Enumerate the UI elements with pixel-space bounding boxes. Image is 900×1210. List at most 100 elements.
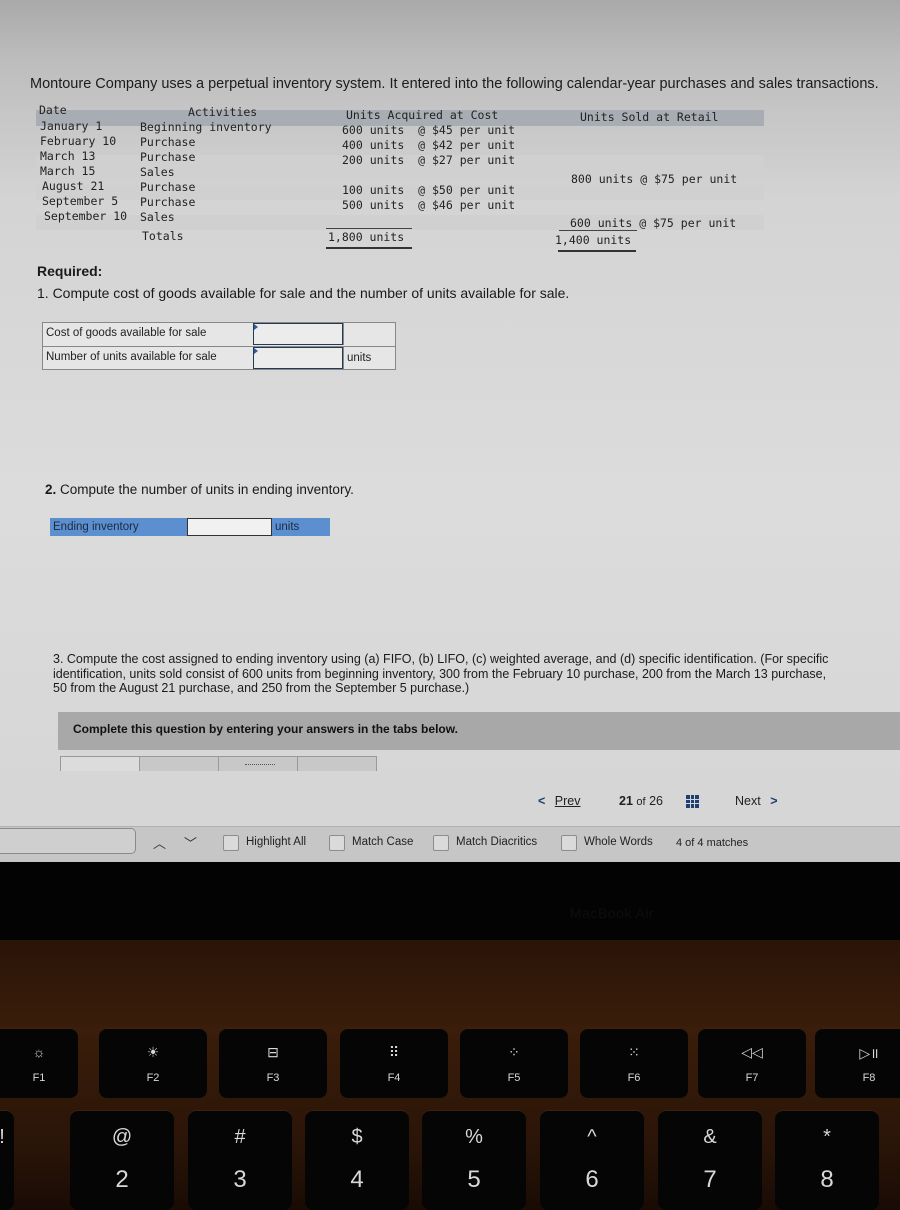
- brightness-up-icon: ☀: [146, 1044, 160, 1060]
- row-acquired: 200 units @ $27 per unit: [342, 153, 516, 167]
- answer-tab-4[interactable]: [297, 756, 377, 771]
- totals-label: Totals: [142, 229, 184, 243]
- match-diacritics-label: Match Diacritics: [456, 836, 538, 848]
- match-case-label: Match Case: [352, 836, 414, 848]
- key-3[interactable]: # 3: [188, 1110, 292, 1210]
- row-activity: Beginning inventory: [140, 120, 272, 134]
- column-divider: [343, 347, 344, 369]
- row-activity: Purchase: [140, 180, 196, 194]
- find-previous-icon[interactable]: ︿: [153, 833, 166, 852]
- find-bar: ︿ ﹀ Highlight All Match Case Match Diacr…: [0, 826, 900, 863]
- find-input[interactable]: [0, 828, 136, 854]
- header-date: Date: [39, 103, 67, 117]
- question-2-text: 2. Compute the number of units in ending…: [45, 482, 354, 497]
- transactions-table: Date Activities Units Acquired at Cost U…: [36, 103, 766, 256]
- next-button[interactable]: Next >: [735, 794, 778, 808]
- play-pause-icon: ▷॥: [859, 1045, 879, 1061]
- header-units-acquired: Units Acquired at Cost: [346, 108, 499, 122]
- match-count: 4 of 4 matches: [676, 837, 749, 849]
- key-f6[interactable]: ⁙ F6: [580, 1028, 688, 1098]
- chevron-left-icon: <: [538, 794, 546, 808]
- chevron-right-icon: >: [770, 794, 778, 808]
- find-next-icon[interactable]: ﹀: [184, 833, 197, 852]
- row-date: January 1: [40, 119, 103, 133]
- totals-acquired: 1,800 units: [328, 230, 405, 244]
- row-date: March 13: [40, 149, 96, 163]
- row-date: February 10: [40, 134, 117, 148]
- page-indicator: 21 of 26: [619, 794, 663, 808]
- row-date: September 5: [42, 194, 119, 208]
- key-8[interactable]: * 8: [775, 1110, 879, 1210]
- key-f5[interactable]: ⁘ F5: [460, 1028, 568, 1098]
- question-grid-icon[interactable]: [686, 795, 699, 808]
- totals-sold: 1,400 units: [555, 233, 632, 247]
- whole-words-checkbox[interactable]: [561, 835, 577, 851]
- highlight-all-checkbox[interactable]: [223, 835, 239, 851]
- browser-screen: Montoure Company uses a perpetual invent…: [0, 0, 900, 865]
- laptop-brand-label: MacBook Air: [570, 905, 655, 921]
- units-available-row: Number of units available for sale units: [43, 346, 395, 369]
- ending-inventory-label: Ending inventory: [53, 521, 139, 533]
- units-available-input[interactable]: [253, 347, 343, 369]
- highlight-all-label: Highlight All: [246, 836, 307, 848]
- instruction-banner: Complete this question by entering your …: [58, 712, 900, 750]
- answer-tab-2[interactable]: [139, 756, 219, 771]
- question-1-text: 1. Compute cost of goods available for s…: [37, 285, 570, 301]
- launchpad-icon: ⠿: [388, 1044, 400, 1060]
- ending-inventory-input[interactable]: [187, 518, 272, 536]
- totals-double-rule: [558, 250, 636, 252]
- row-acquired: 400 units @ $42 per unit: [342, 138, 516, 152]
- key-f3[interactable]: ⊟ F3: [219, 1028, 327, 1098]
- mission-control-icon: ⊟: [267, 1044, 279, 1060]
- answer-tab-1[interactable]: [60, 756, 140, 771]
- totals-rule: [326, 228, 412, 229]
- key-f1[interactable]: ☼ F1: [0, 1028, 78, 1098]
- key-5[interactable]: % 5: [422, 1110, 526, 1210]
- match-case-checkbox[interactable]: [329, 835, 345, 851]
- key-4[interactable]: $ 4: [305, 1110, 409, 1210]
- row-activity: Purchase: [140, 135, 196, 149]
- key-f2[interactable]: ☀ F2: [99, 1028, 207, 1098]
- cogs-available-input[interactable]: [253, 323, 343, 345]
- row-sold: 600 units @ $75 per unit: [570, 216, 737, 230]
- row-activity: Purchase: [140, 195, 196, 209]
- key-6[interactable]: ^ 6: [540, 1110, 644, 1210]
- totals-double-rule: [326, 247, 412, 249]
- cogs-available-row: Cost of goods available for sale: [43, 323, 395, 345]
- match-diacritics-checkbox[interactable]: [433, 835, 449, 851]
- required-heading: Required:: [37, 263, 103, 279]
- totals-rule: [559, 230, 637, 231]
- prev-button[interactable]: < Prev: [538, 794, 581, 808]
- row-activity: Purchase: [140, 150, 196, 164]
- answer-tab-3[interactable]: [218, 756, 298, 771]
- key-1[interactable]: !: [0, 1110, 14, 1210]
- key-f4[interactable]: ⠿ F4: [340, 1028, 448, 1098]
- keyboard-light-up-icon: ⁙: [628, 1044, 640, 1060]
- rewind-icon: ◁◁: [741, 1044, 763, 1060]
- header-units-sold: Units Sold at Retail: [580, 110, 719, 124]
- row-date: March 15: [40, 164, 96, 178]
- key-f8[interactable]: ▷॥ F8: [815, 1028, 900, 1098]
- units-available-unit: units: [347, 352, 372, 364]
- question-1-table: Cost of goods available for sale Number …: [42, 322, 396, 370]
- key-7[interactable]: & 7: [658, 1110, 762, 1210]
- row-activity: Sales: [140, 210, 175, 224]
- column-divider: [343, 323, 344, 345]
- question-3-text: 3. Compute the cost assigned to ending i…: [53, 652, 829, 695]
- units-available-label: Number of units available for sale: [46, 351, 217, 363]
- brightness-down-icon: ☼: [32, 1044, 46, 1060]
- row-date: September 10: [44, 209, 128, 223]
- ending-inventory-unit: units: [275, 521, 300, 533]
- row-date: August 21: [42, 179, 105, 193]
- problem-intro: Montoure Company uses a perpetual invent…: [30, 76, 879, 92]
- key-f7[interactable]: ◁◁ F7: [698, 1028, 806, 1098]
- keyboard-light-down-icon: ⁘: [508, 1044, 520, 1060]
- row-activity: Sales: [140, 165, 175, 179]
- row-acquired: 600 units @ $45 per unit: [342, 123, 516, 137]
- cogs-available-label: Cost of goods available for sale: [46, 327, 207, 339]
- tab-label-obscured: [245, 764, 275, 765]
- header-activities: Activities: [188, 105, 258, 119]
- key-2[interactable]: @ 2: [70, 1110, 174, 1210]
- whole-words-label: Whole Words: [584, 836, 653, 848]
- laptop-bezel: [0, 862, 900, 942]
